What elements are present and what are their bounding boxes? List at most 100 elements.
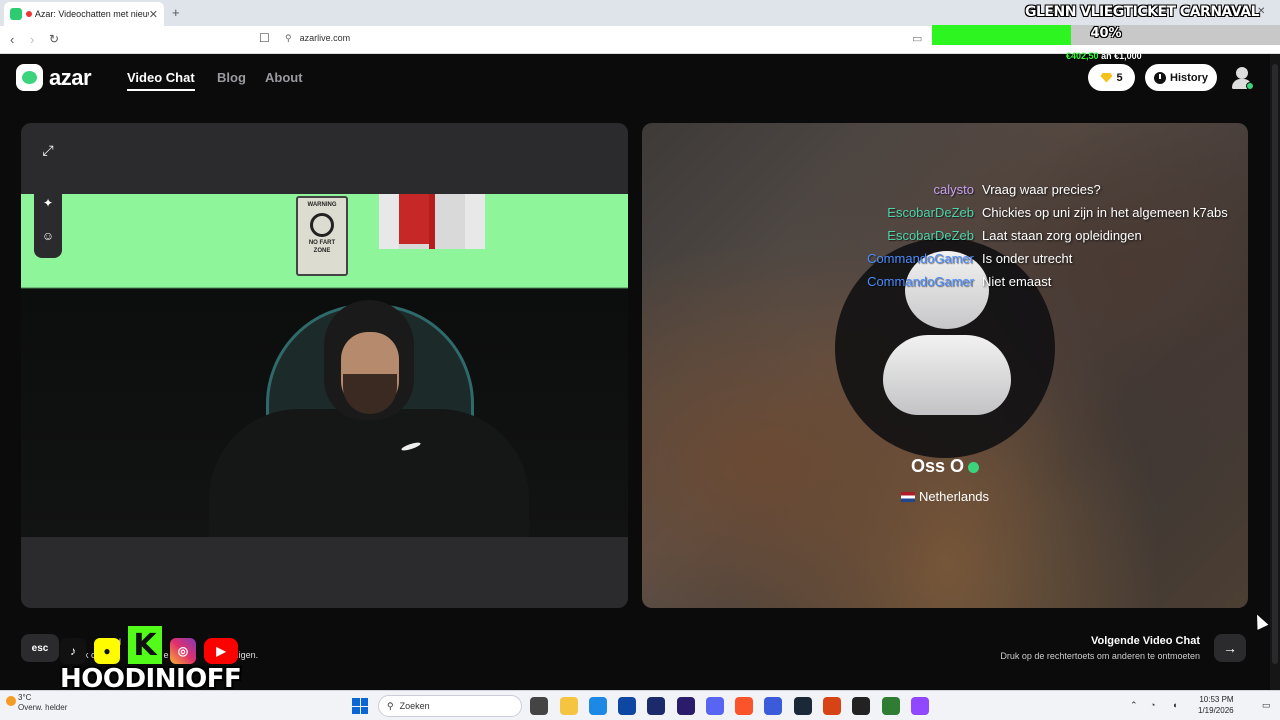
- volume-icon[interactable]: ◖: [1172, 700, 1177, 710]
- warning-sign: WARNING NO FART ZONE: [296, 196, 348, 276]
- gems-button[interactable]: 5: [1088, 64, 1135, 91]
- recording-icon: [25, 11, 32, 17]
- donation-goal-bar: 40%: [932, 25, 1280, 45]
- chat-line: EscobarDeZeb Laat staan zorg opleidingen: [820, 228, 1280, 251]
- scrollbar-thumb[interactable]: [1272, 64, 1278, 664]
- nav-video-chat[interactable]: Video Chat: [127, 70, 195, 85]
- app-icon[interactable]: [823, 697, 841, 715]
- mouse-cursor-icon: [1251, 612, 1269, 630]
- instagram-icon: ◎: [170, 638, 196, 664]
- next-chat-hint: Druk op de rechtertoets om anderen te on…: [1000, 651, 1200, 661]
- goal-current: €402,50: [1066, 51, 1099, 61]
- chat-username: EscobarDeZeb: [887, 228, 974, 243]
- site-info-icon[interactable]: ⚲: [285, 33, 292, 43]
- partner-name: Oss O: [910, 456, 965, 476]
- back-icon[interactable]: ‹: [10, 32, 14, 47]
- profile-avatar[interactable]: [1230, 66, 1254, 90]
- chat-message: Laat staan zorg opleidingen: [982, 228, 1142, 243]
- clock-icon: [1154, 71, 1167, 84]
- terminal-icon[interactable]: [882, 697, 900, 715]
- premiere-icon[interactable]: [677, 697, 695, 715]
- obs-icon[interactable]: [852, 697, 870, 715]
- partner-country-row: Netherlands: [642, 489, 1248, 504]
- forward-icon[interactable]: ›: [30, 32, 34, 47]
- steam-icon[interactable]: [794, 697, 812, 715]
- photoshop-icon[interactable]: [647, 697, 665, 715]
- twitch-icon[interactable]: [911, 697, 929, 715]
- my-video-panel: WARNING NO FART ZONE ⤢ ✦ ☺: [21, 123, 628, 608]
- donation-goal-percent: 40%: [1090, 26, 1122, 41]
- outlook-icon[interactable]: [618, 697, 636, 715]
- no-symbol-icon: [310, 212, 334, 237]
- webcam-feed: WARNING NO FART ZONE: [21, 194, 628, 537]
- next-chat-title: Volgende Video Chat: [1091, 635, 1200, 647]
- bookmark-icon[interactable]: ☐: [259, 31, 270, 45]
- new-tab-icon[interactable]: +: [172, 5, 180, 20]
- tray-chevron-icon[interactable]: ⌃: [1130, 700, 1138, 711]
- nav-about[interactable]: About: [265, 70, 303, 85]
- url-text: azarlive.com: [299, 33, 351, 43]
- sign-line-1: WARNING: [307, 202, 337, 208]
- esc-button[interactable]: esc: [21, 634, 59, 662]
- face-filter-icon[interactable]: ☺: [42, 229, 54, 243]
- history-label: History: [1170, 71, 1208, 84]
- task-view-icon[interactable]: [530, 697, 548, 715]
- cast-icon[interactable]: ▭: [912, 32, 922, 45]
- chat-line: CommandoGamer Niet emaast: [820, 274, 1280, 297]
- search-placeholder: Zoeken: [399, 701, 430, 711]
- clock-time: 10:53 PM: [1199, 695, 1234, 704]
- taskbar-clock[interactable]: 10:53 PM 1/19/2026: [1198, 694, 1234, 716]
- chat-username: CommandoGamer: [867, 251, 974, 266]
- network-icon[interactable]: ◔: [1150, 700, 1155, 710]
- weather-icon: [6, 696, 16, 706]
- chat-message: Vraag waar precies?: [982, 182, 1101, 197]
- verified-icon: [968, 461, 980, 473]
- browser-tab[interactable]: Azar: Videochatten met nieuw ✕: [4, 2, 164, 26]
- weather-temp: 3°C: [18, 693, 32, 702]
- arrow-right-icon: →: [1223, 640, 1237, 656]
- partner-country: Netherlands: [918, 489, 990, 504]
- profile-icon: [1236, 67, 1248, 79]
- close-tab-icon[interactable]: ✕: [149, 8, 158, 21]
- chat-username: EscobarDeZeb: [887, 205, 974, 220]
- goal-sep: an: [1101, 51, 1112, 61]
- reload-icon[interactable]: ↻: [49, 32, 59, 46]
- chat-username: calysto: [933, 182, 974, 197]
- windows-start-icon[interactable]: [352, 698, 368, 714]
- tiktok-icon: ♪: [60, 638, 86, 664]
- kick-icon: K: [128, 626, 162, 664]
- chat-line: EscobarDeZeb Chickies op uni zijn in het …: [820, 205, 1280, 228]
- magic-wand-icon[interactable]: ✦: [43, 196, 53, 210]
- chat-line: calysto Vraag waar precies?: [820, 182, 1280, 205]
- brave-browser-icon[interactable]: [735, 697, 753, 715]
- search-icon: ⚲: [387, 700, 394, 711]
- chat-message: Is onder utrecht: [982, 251, 1073, 266]
- gem-icon: [1100, 72, 1113, 83]
- discord-icon[interactable]: [706, 697, 724, 715]
- store-icon[interactable]: [589, 697, 607, 715]
- nav-blog[interactable]: Blog: [217, 70, 246, 85]
- person-body: [209, 409, 529, 537]
- file-explorer-icon[interactable]: [560, 697, 578, 715]
- logo-text: azar: [49, 64, 92, 90]
- vpn-icon[interactable]: [764, 697, 782, 715]
- taskbar-search[interactable]: ⚲ Zoeken: [378, 695, 522, 717]
- azar-logo[interactable]: azar: [16, 64, 92, 91]
- partner-name-row: Oss O: [642, 456, 1248, 477]
- address-field[interactable]: ⚲ azarlive.com: [285, 33, 350, 44]
- history-button[interactable]: History: [1145, 64, 1217, 91]
- azar-favicon-icon: [10, 8, 22, 20]
- chat-message: Chickies op uni zijn in het algemeen k7a…: [982, 205, 1228, 220]
- netherlands-flag-icon: [900, 492, 915, 502]
- expand-icon[interactable]: ⤢: [34, 136, 62, 164]
- youtube-icon: ▶: [204, 638, 238, 664]
- snapchat-icon: ●: [94, 638, 120, 664]
- weather-widget[interactable]: 3°C Overw. helder: [6, 693, 68, 714]
- chat-line: CommandoGamer Is onder utrecht: [820, 251, 1280, 274]
- weather-desc: Overw. helder: [18, 703, 68, 713]
- notifications-icon[interactable]: ▭: [1262, 700, 1271, 711]
- active-nav-indicator: [127, 89, 195, 91]
- next-chat-button[interactable]: →: [1214, 634, 1246, 662]
- page-scrollbar[interactable]: [1270, 54, 1280, 690]
- sign-line-2: NO FART: [308, 239, 336, 246]
